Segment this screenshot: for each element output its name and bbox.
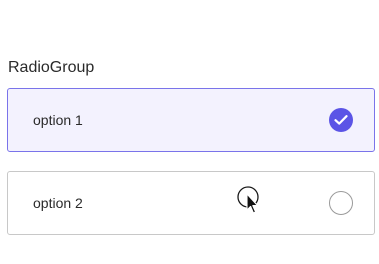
radio-option-1[interactable]: option 1 [7, 88, 375, 152]
radio-group-label: RadioGroup [8, 59, 95, 76]
radio-option-1-label: option 1 [33, 112, 83, 128]
check-icon [334, 115, 348, 125]
radio-option-2[interactable]: option 2 [7, 171, 375, 235]
radio-checked-indicator[interactable] [329, 108, 353, 132]
radio-option-2-label: option 2 [33, 195, 83, 211]
radio-unchecked-indicator[interactable] [329, 191, 353, 215]
